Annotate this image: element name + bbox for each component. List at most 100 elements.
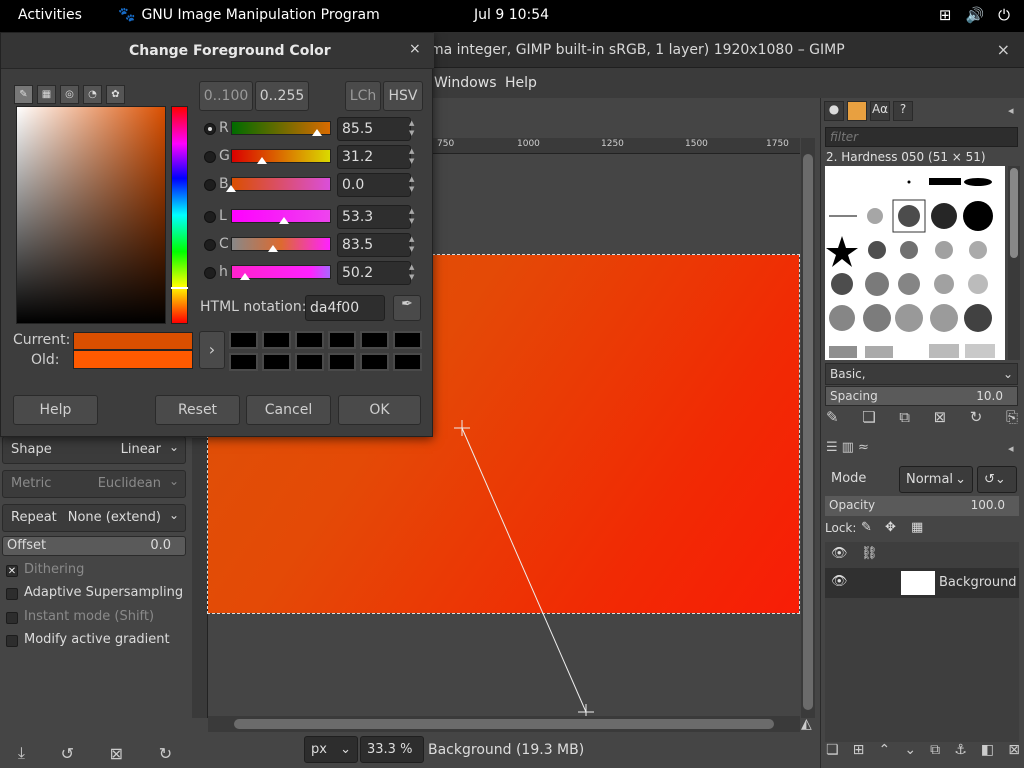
old-color-swatch[interactable]	[73, 350, 193, 369]
watercolor-selector-icon[interactable]: ◎	[60, 85, 79, 104]
window-close-button[interactable]: ×	[997, 40, 1010, 59]
channel-radio[interactable]	[204, 151, 216, 163]
brush-scrollbar[interactable]	[1008, 166, 1020, 360]
offset-slider[interactable]: Offset 0.0	[2, 536, 186, 556]
edit-brush-icon[interactable]: ✎	[826, 408, 839, 430]
spin-arrows-icon[interactable]: ▲ ▼	[409, 146, 414, 166]
spacing-slider[interactable]: Spacing 10.0	[825, 386, 1018, 406]
refresh-brushes-icon[interactable]: ↻	[970, 408, 983, 430]
restore-icon[interactable]: ↺	[61, 744, 74, 763]
unit-select[interactable]: px ⌄	[304, 736, 358, 763]
channel-slider[interactable]	[231, 177, 331, 191]
channel-value-input[interactable]: 83.5	[337, 233, 411, 257]
channel-radio[interactable]	[204, 123, 216, 135]
fonts-tab-icon[interactable]: Aα	[870, 101, 890, 121]
channel-radio[interactable]	[204, 267, 216, 279]
instant-mode-checkbox[interactable]: Instant mode (Shift)	[6, 609, 186, 629]
dithering-checkbox[interactable]: ✕ Dithering	[6, 562, 186, 582]
brush-set-select[interactable]: Basic, ⌄	[825, 363, 1018, 385]
cancel-button[interactable]: Cancel	[246, 395, 331, 425]
raise-layer-icon[interactable]: ⌃	[878, 742, 890, 764]
vertical-scrollbar[interactable]	[801, 138, 815, 718]
dialog-close-button[interactable]: ×	[409, 41, 421, 57]
repeat-select[interactable]: Repeat None (extend) ⌄	[2, 504, 186, 532]
brushes-tab-icon[interactable]: ●	[824, 101, 844, 121]
history-swatch[interactable]	[229, 331, 258, 349]
system-tray[interactable]: ⊞ 🔊 ⏻	[939, 6, 1010, 24]
layer-row[interactable]: 👁 Background	[825, 568, 1019, 598]
history-swatch[interactable]	[294, 353, 324, 371]
help-tab-icon[interactable]: ?	[893, 101, 913, 121]
channel-value-input[interactable]: 0.0	[337, 173, 411, 197]
layers-tab-icon[interactable]: ☰	[826, 440, 838, 455]
new-group-icon[interactable]: ⊞	[853, 742, 865, 764]
history-swatch[interactable]	[261, 353, 291, 371]
metric-select[interactable]: Metric Euclidean ⌄	[2, 470, 186, 498]
channel-slider[interactable]	[231, 149, 331, 163]
new-layer-icon[interactable]: ❏	[826, 742, 839, 764]
ok-button[interactable]: OK	[338, 395, 421, 425]
delete-brush-icon[interactable]: ⊠	[934, 408, 947, 430]
mask-icon[interactable]: ◧	[981, 742, 994, 764]
patterns-tab-icon[interactable]	[847, 101, 867, 121]
opacity-slider[interactable]: Opacity 100.0	[825, 496, 1019, 516]
palette-selector-icon[interactable]: ✿	[106, 85, 125, 104]
delete-icon[interactable]: ⊠	[110, 744, 123, 763]
dock-menu-icon[interactable]: ◂	[1008, 104, 1014, 117]
reset-button[interactable]: Reset	[155, 395, 240, 425]
history-swatch[interactable]	[393, 353, 422, 371]
scroll-thumb[interactable]	[234, 719, 774, 729]
menu-help[interactable]: Help	[505, 75, 537, 91]
paths-tab-icon[interactable]: ≈	[858, 440, 869, 455]
reset-icon[interactable]: ↻	[159, 744, 172, 763]
html-notation-input[interactable]: da4f00	[305, 295, 385, 321]
channel-radio[interactable]	[204, 239, 216, 251]
color-picker-button[interactable]: ✒	[393, 295, 421, 321]
dock-menu-icon[interactable]: ◂	[1008, 442, 1014, 455]
mode-select[interactable]: Normal ⌄	[899, 466, 973, 493]
shape-select[interactable]: Shape Linear ⌄	[2, 436, 186, 464]
cmyk-selector-icon[interactable]: ▦	[37, 85, 56, 104]
channel-value-input[interactable]: 53.3	[337, 205, 411, 229]
history-swatch[interactable]	[294, 331, 324, 349]
channel-value-input[interactable]: 85.5	[337, 117, 411, 141]
history-swatch[interactable]	[327, 331, 357, 349]
history-swatch[interactable]	[360, 331, 390, 349]
modify-active-gradient-checkbox[interactable]: Modify active gradient	[6, 632, 186, 652]
history-swatch[interactable]	[229, 353, 258, 371]
scroll-thumb[interactable]	[1010, 168, 1018, 258]
wheel-selector-icon[interactable]: ◔	[83, 85, 102, 104]
history-swatch[interactable]	[261, 331, 291, 349]
history-swatch[interactable]	[327, 353, 357, 371]
spin-arrows-icon[interactable]: ▲ ▼	[409, 262, 414, 282]
spin-arrows-icon[interactable]: ▲ ▼	[409, 174, 414, 194]
delete-layer-icon[interactable]: ⊠	[1008, 742, 1020, 764]
saturation-value-square[interactable]	[16, 106, 166, 324]
spin-arrows-icon[interactable]: ▲ ▼	[409, 234, 414, 254]
gimp-selector-icon[interactable]: ✎	[14, 85, 33, 104]
scroll-thumb[interactable]	[803, 154, 813, 710]
zoom-select[interactable]: 33.3 %	[360, 736, 424, 763]
duplicate-brush-icon[interactable]: ⧉	[899, 408, 910, 430]
navigate-icon[interactable]: ◭	[801, 716, 812, 732]
lch-button[interactable]: LCh	[345, 81, 381, 111]
lock-pixels-icon[interactable]: ✎	[861, 520, 872, 535]
history-swatch[interactable]	[393, 331, 422, 349]
range-0-255-button[interactable]: 0..255	[255, 81, 309, 111]
eye-icon[interactable]: 👁	[831, 574, 848, 589]
spin-arrows-icon[interactable]: ▲ ▼	[409, 206, 414, 226]
clock[interactable]: Jul 9 10:54	[474, 7, 549, 23]
channel-slider[interactable]	[231, 237, 331, 251]
channel-radio[interactable]	[204, 179, 216, 191]
channel-radio[interactable]	[204, 211, 216, 223]
hue-strip[interactable]	[171, 106, 188, 324]
save-preset-icon[interactable]: ⤓	[18, 743, 25, 763]
new-brush-icon[interactable]: ❏	[862, 408, 875, 430]
channel-value-input[interactable]: 50.2	[337, 261, 411, 285]
brush-filter-input[interactable]: filter	[825, 127, 1018, 147]
channels-tab-icon[interactable]: ▥	[842, 440, 854, 455]
brush-grid[interactable]	[825, 166, 1005, 360]
horizontal-scrollbar[interactable]	[208, 716, 800, 732]
adaptive-supersampling-checkbox[interactable]: Adaptive Supersampling	[6, 585, 186, 605]
activities-button[interactable]: Activities	[18, 7, 82, 23]
